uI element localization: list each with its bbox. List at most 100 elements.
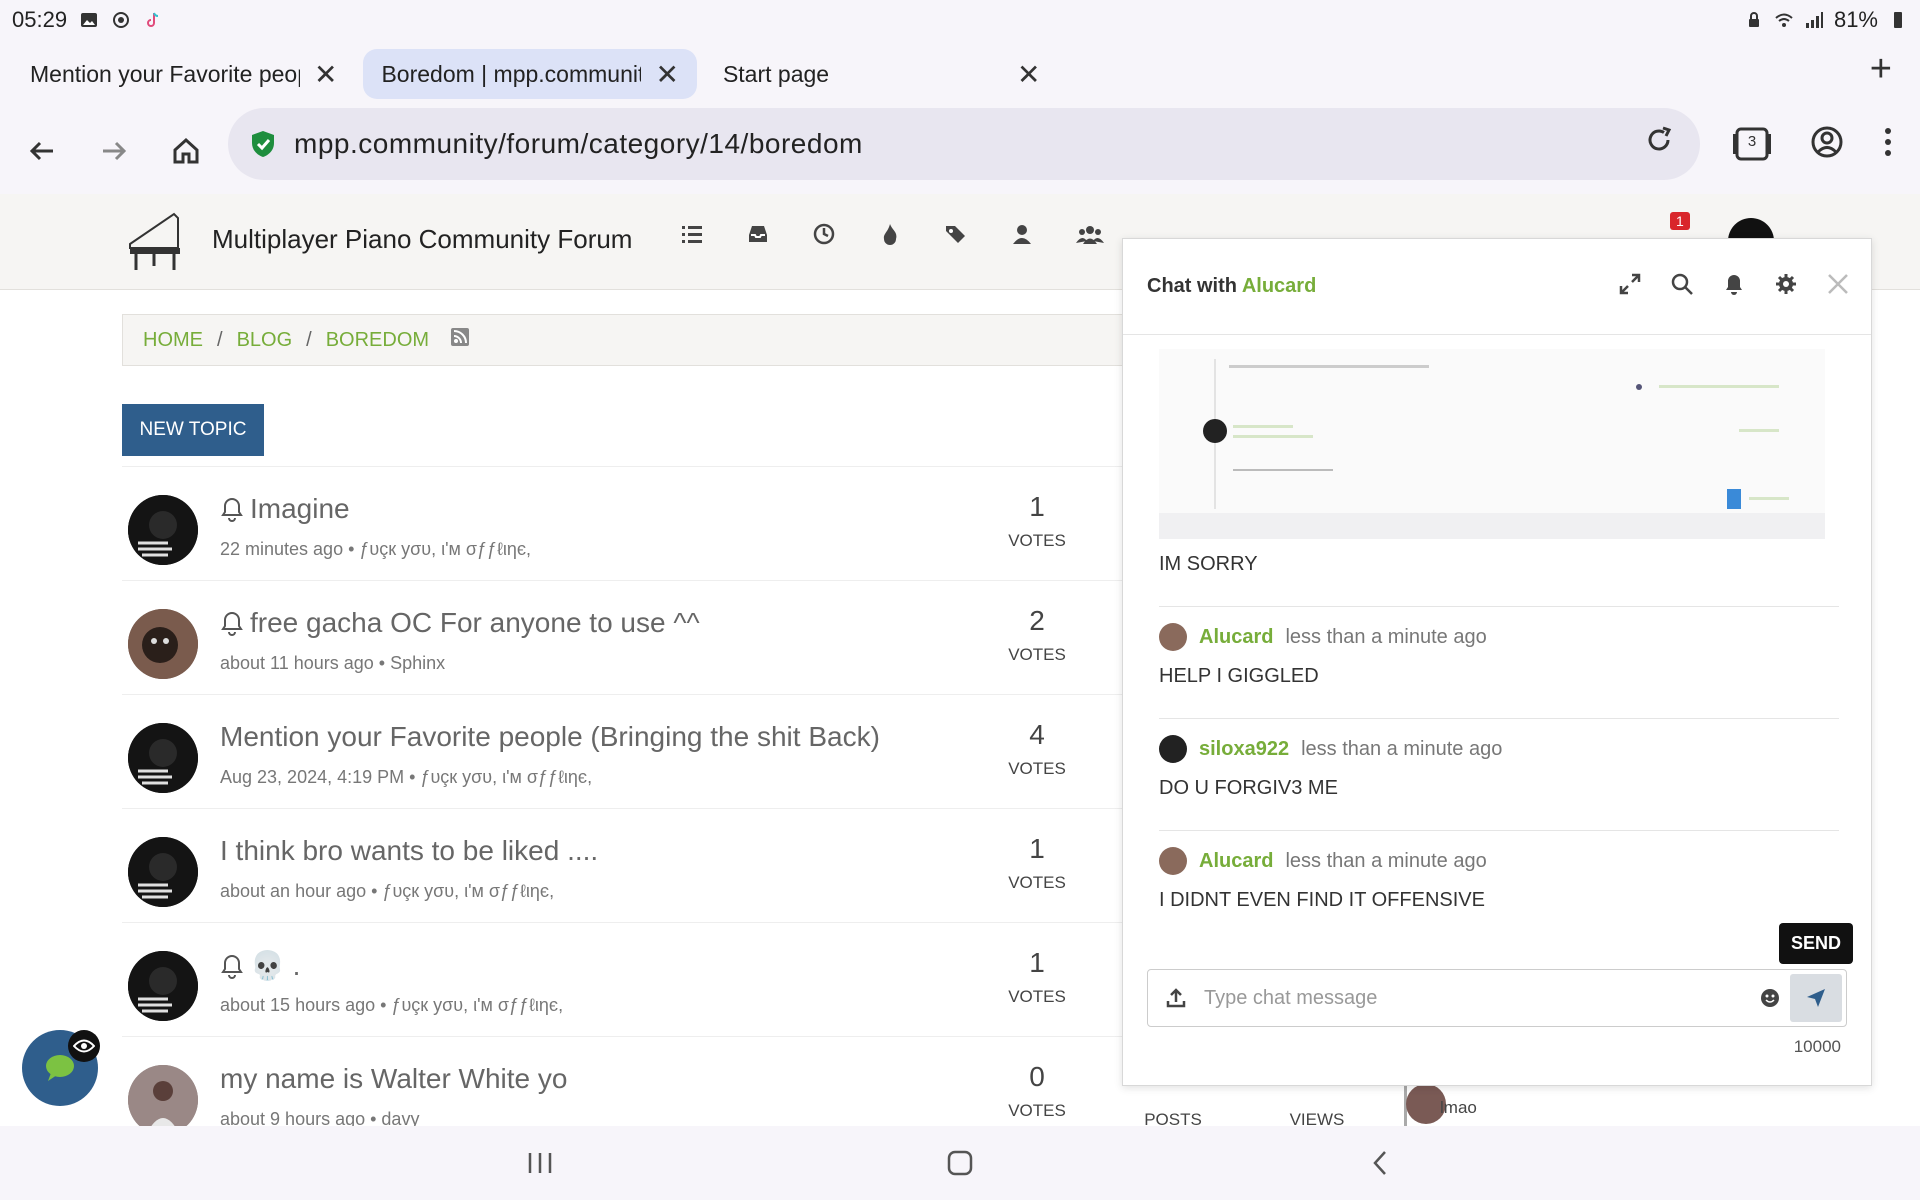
breadcrumb-blog[interactable]: BLOG [237,329,293,352]
close-icon[interactable]: ✕ [1017,58,1040,91]
tab-switcher-icon[interactable]: 3 [1732,126,1772,162]
topic-meta: 22 minutes ago • ƒυçк уσυ, ι'м σƒƒℓιηє, [220,539,532,559]
close-icon[interactable] [1827,273,1849,300]
eye-icon[interactable] [68,1030,100,1062]
settings-gear-icon[interactable] [1775,273,1797,300]
recents-icon[interactable] [330,1151,750,1175]
avatar[interactable] [128,951,198,1021]
chat-message: Alucard less than a minute ago I DIDNT E… [1159,847,1839,926]
chat-message-input[interactable] [1204,986,1750,1010]
send-tooltip: SEND [1779,923,1854,964]
more-menu-icon[interactable] [1884,127,1892,162]
breadcrumb: HOME / BLOG / BOREDOM [122,314,1222,366]
piano-logo-icon [129,212,180,270]
topic-votes: 1 VOTES [982,491,1092,551]
votes-label: VOTES [1008,531,1066,550]
topic-title[interactable]: 💀 . [220,949,300,982]
secure-shield-icon [252,131,274,157]
avatar[interactable] [128,495,198,565]
upload-icon[interactable] [1148,987,1204,1009]
chat-message-author[interactable]: Alucard [1199,850,1273,873]
topic-row[interactable]: I think bro wants to be liked .... about… [122,808,1122,922]
tab-mention[interactable]: Mention your Favorite people ✕ [12,49,355,99]
topic-title[interactable]: I think bro wants to be liked .... [220,835,598,867]
address-bar[interactable]: mpp.community/forum/category/14/boredom [228,108,1700,180]
avatar[interactable] [1159,623,1187,651]
account-icon[interactable] [1810,125,1844,164]
popular-fire-icon[interactable] [878,222,902,246]
rss-icon[interactable] [451,328,470,352]
sync-icon [113,12,130,28]
chat-message-author[interactable]: siloxa922 [1199,738,1289,761]
url-text[interactable]: mpp.community/forum/category/14/boredom [294,128,863,160]
topic-title-text: 💀 . [250,950,301,981]
votes-count: 1 [1029,833,1045,864]
avatar[interactable] [128,1065,198,1135]
divider [1159,606,1839,607]
groups-icon[interactable] [1076,222,1104,246]
forward-icon[interactable] [78,136,150,166]
chat-message-text: DO U FORGIV3 ME [1159,777,1338,799]
topic-title-text: Imagine [250,493,350,524]
new-tab-icon[interactable]: + [1870,48,1892,91]
chat-message-text: I DIDNT EVEN FIND IT OFFENSIVE [1159,889,1485,911]
avatar[interactable] [128,837,198,907]
user-icon[interactable] [1010,222,1034,246]
topic-votes: 1 VOTES [982,833,1092,893]
expand-icon[interactable] [1619,273,1641,300]
shared-screenshot-image[interactable] [1159,349,1825,539]
topic-row[interactable]: Mention your Favorite people (Bringing t… [122,694,1122,808]
avatar[interactable] [128,723,198,793]
tab-boredom[interactable]: Boredom | mpp.community ✕ [363,49,697,99]
send-icon [1807,989,1825,1007]
topic-votes: 4 VOTES [982,719,1092,779]
topic-title[interactable]: Imagine [220,493,350,525]
back-button-icon[interactable] [1170,1150,1590,1176]
topic-title[interactable]: my name is Walter White yo [220,1063,567,1095]
topic-title[interactable]: free gacha OC For anyone to use ^^ [220,607,700,639]
votes-count: 0 [1029,1061,1045,1092]
tab-start-page[interactable]: Start page ✕ [705,49,1058,99]
chat-message-header: Alucard less than a minute ago [1159,623,1839,651]
avatar[interactable] [1159,735,1187,763]
avatar[interactable] [128,609,198,679]
chat-tools [1619,272,1849,301]
send-button[interactable] [1790,974,1842,1022]
close-icon[interactable]: ✕ [655,58,678,91]
categories-icon[interactable] [680,222,704,246]
forum-nav [680,222,1104,246]
tags-icon[interactable] [944,222,968,246]
bell-icon [221,954,243,979]
chat-message-author[interactable]: Alucard [1199,626,1273,649]
chat-message-time: less than a minute ago [1301,737,1503,760]
topic-row[interactable]: free gacha OC For anyone to use ^^ about… [122,580,1122,694]
search-icon[interactable] [1671,273,1693,300]
recent-clock-icon[interactable] [812,222,836,246]
reload-icon[interactable] [1644,125,1674,163]
chat-message: Alucard less than a minute ago HELP I GI… [1159,623,1839,702]
chat-title-prefix: Chat with [1147,275,1237,297]
chat-username[interactable]: Alucard [1242,275,1316,297]
chat-message-text: HELP I GIGGLED [1159,665,1319,687]
new-topic-button[interactable]: NEW TOPIC [122,404,264,456]
close-icon[interactable]: ✕ [314,58,337,91]
topic-row[interactable]: Imagine 22 minutes ago • ƒυçк уσυ, ι'м σ… [122,466,1122,580]
topic-votes: 2 VOTES [982,605,1092,665]
chat-header: Chat with Alucard [1123,239,1871,335]
back-icon[interactable] [6,136,78,166]
inbox-icon[interactable] [746,222,770,246]
notification-bell-icon[interactable] [1723,272,1745,301]
breadcrumb-boredom[interactable]: BOREDOM [326,329,429,352]
breadcrumb-home[interactable]: HOME [143,329,203,352]
emoji-icon[interactable] [1750,988,1790,1008]
forum-brand[interactable]: Multiplayer Piano Community Forum [124,204,632,274]
votes-label: VOTES [1008,873,1066,892]
topic-meta: about 11 hours ago • Sphinx [220,653,446,673]
topic-title[interactable]: Mention your Favorite people (Bringing t… [220,721,880,753]
avatar[interactable] [1159,847,1187,875]
home-button-icon[interactable] [750,1150,1170,1176]
battery-percent: 81% [1833,7,1878,32]
home-icon[interactable] [150,136,222,166]
topic-row[interactable]: 💀 . about 15 hours ago • ƒυçк уσυ, ι'м σ… [122,922,1122,1036]
forum-title: Multiplayer Piano Community Forum [212,223,633,254]
